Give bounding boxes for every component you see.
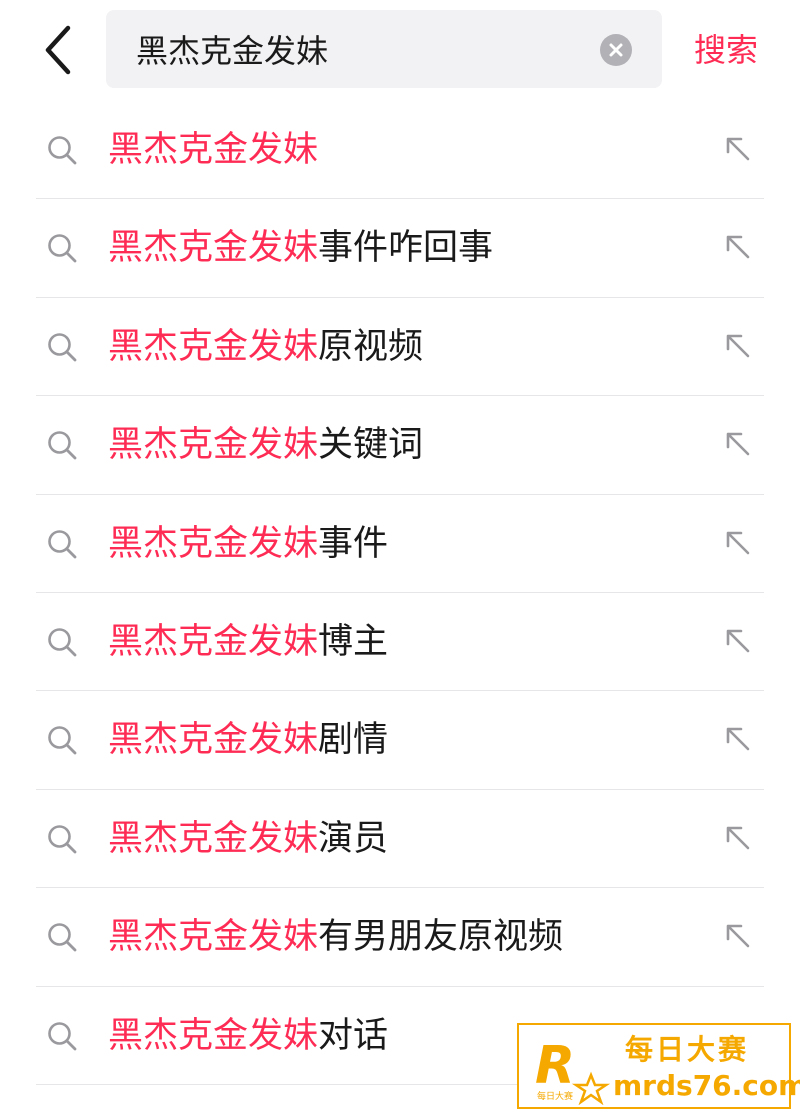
suggestion-text: 黑杰克金发妹有男朋友原视频: [108, 912, 563, 962]
arrow-up-left-icon[interactable]: [722, 723, 754, 755]
clear-icon: [609, 43, 623, 57]
arrow-up-left-icon[interactable]: [722, 920, 754, 952]
suggestion-text: 黑杰克金发妹剧情: [108, 715, 388, 765]
suggestion-rest: 事件咋回事: [318, 228, 494, 269]
search-icon: [48, 726, 77, 755]
search-box: [106, 10, 662, 88]
suggestion-text: 黑杰克金发妹关键词: [108, 420, 423, 470]
search-icon: [48, 824, 77, 854]
clear-button[interactable]: [600, 34, 632, 66]
search-icon: [48, 332, 77, 362]
suggestion-match: 黑杰克金发妹: [108, 621, 319, 662]
watermark-logo: R 每日大赛: [535, 1036, 611, 1105]
suggestion-match: 黑杰克金发妹: [108, 720, 319, 761]
suggestion-item[interactable]: 黑杰克金发妹博主: [0, 593, 800, 692]
suggestion-text: 黑杰克金发妹事件咋回事: [108, 223, 493, 273]
arrow-up-left-icon[interactable]: [722, 330, 754, 362]
suggestion-item[interactable]: 黑杰克金发妹事件: [0, 495, 800, 594]
suggestion-rest: 关键词: [318, 425, 424, 466]
watermark-badge: R 每日大赛 每日大赛 mrds76.com: [517, 1023, 800, 1109]
suggestion-text: 黑杰克金发妹演员: [108, 814, 388, 864]
suggestion-match: 黑杰克金发妹: [108, 818, 319, 859]
arrow-up-left-icon[interactable]: [722, 527, 754, 559]
search-input[interactable]: [136, 10, 596, 88]
suggestion-match: 黑杰克金发妹: [108, 917, 319, 958]
search-icon: [48, 234, 77, 263]
suggestion-text: 黑杰克金发妹: [108, 125, 318, 175]
search-icon: [48, 1021, 77, 1050]
search-submit-button[interactable]: 搜索: [694, 28, 770, 72]
suggestion-match: 黑杰克金发妹: [108, 228, 319, 269]
suggestion-match: 黑杰克金发妹: [108, 425, 319, 466]
search-header: 搜索: [0, 0, 800, 100]
suggestion-rest: 博主: [318, 621, 389, 662]
suggestion-item[interactable]: 黑杰克金发妹剧情: [0, 691, 800, 791]
arrow-up-left-icon[interactable]: [722, 625, 754, 657]
suggestion-rest: 演员: [318, 818, 389, 859]
watermark-logo-small: 每日大赛: [537, 1090, 573, 1102]
back-button[interactable]: [36, 22, 82, 78]
suggestion-text: 黑杰克金发妹事件: [108, 519, 388, 569]
arrow-up-left-icon[interactable]: [722, 133, 754, 165]
suggestion-match: 黑杰克金发妹: [108, 523, 319, 564]
suggestion-list: 黑杰克金发妹 黑杰克金发妹事件咋回事 黑杰克金发妹原视频 黑杰克金发妹关键词 黑…: [0, 101, 800, 1086]
search-icon: [48, 529, 77, 558]
watermark-logo-letter: R: [535, 1036, 575, 1096]
arrow-up-left-icon[interactable]: [722, 822, 754, 854]
search-icon: [48, 431, 77, 460]
arrow-up-left-icon[interactable]: [722, 231, 754, 263]
suggestion-rest: 事件: [318, 523, 389, 564]
suggestion-rest: 有男朋友原视频: [318, 917, 564, 958]
suggestion-rest: 原视频: [318, 326, 424, 367]
suggestion-item[interactable]: 黑杰克金发妹有男朋友原视频: [0, 888, 800, 987]
search-icon: [48, 628, 77, 657]
suggestion-rest: 对话: [318, 1015, 389, 1056]
suggestion-text: 黑杰克金发妹原视频: [108, 322, 423, 372]
suggestion-item[interactable]: 黑杰克金发妹: [0, 101, 800, 200]
suggestion-rest: 剧情: [318, 720, 389, 761]
watermark-title: 每日大赛: [625, 1033, 750, 1066]
search-icon: [48, 923, 77, 952]
suggestion-item[interactable]: 黑杰克金发妹原视频: [0, 298, 800, 397]
arrow-up-left-icon[interactable]: [722, 428, 754, 460]
watermark-site: mrds76.com: [613, 1069, 800, 1102]
suggestion-text: 黑杰克金发妹博主: [108, 617, 388, 667]
suggestion-match: 黑杰克金发妹: [108, 130, 319, 170]
suggestion-text: 黑杰克金发妹对话: [108, 1011, 388, 1061]
suggestion-match: 黑杰克金发妹: [108, 326, 319, 367]
suggestion-item[interactable]: 黑杰克金发妹演员: [0, 790, 800, 889]
suggestion-item[interactable]: 黑杰克金发妹关键词: [0, 396, 800, 495]
suggestion-match: 黑杰克金发妹: [108, 1015, 319, 1056]
chevron-left-icon: [45, 25, 71, 75]
suggestion-item[interactable]: 黑杰克金发妹事件咋回事: [0, 199, 800, 299]
search-icon: [48, 136, 77, 165]
